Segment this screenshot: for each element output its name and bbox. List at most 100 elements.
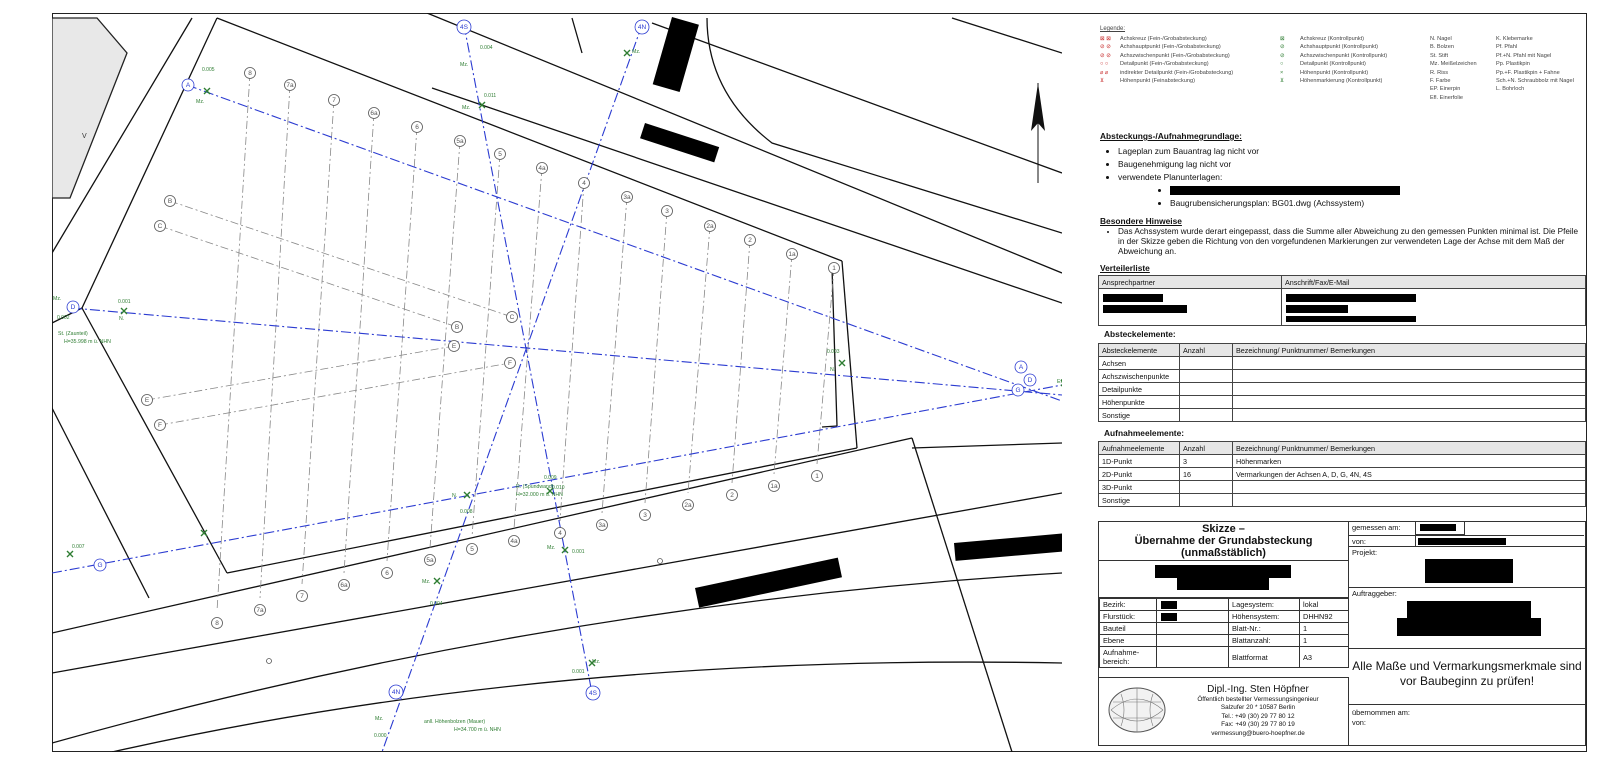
point-label: 6 bbox=[385, 570, 389, 577]
point-label: 8 bbox=[248, 70, 252, 77]
point-label: 1 bbox=[832, 265, 836, 272]
point-label: 4N bbox=[638, 24, 647, 31]
axis-cross-icon: ⊠ ⊠ bbox=[1100, 36, 1111, 42]
deviation-value: 0.007 bbox=[72, 544, 85, 550]
annotation-text: Mz. bbox=[375, 716, 383, 722]
control-point-icon bbox=[623, 49, 631, 57]
column-header: Bezeichnung/ Punktnummer/ Bemerkungen bbox=[1232, 343, 1586, 357]
point-label: A bbox=[1019, 364, 1024, 371]
point-label: 4 bbox=[582, 180, 586, 187]
grid-line bbox=[216, 72, 251, 612]
point-label: 7a bbox=[286, 82, 294, 89]
annotation-text: Mz. bbox=[592, 659, 600, 665]
control-point-icon bbox=[66, 550, 74, 558]
annotation-text: Mz. bbox=[462, 105, 470, 111]
axis-main-point-icon: ⊘ ⊘ bbox=[1100, 44, 1111, 51]
point-label: 3 bbox=[643, 512, 647, 519]
field-row: Bezirk: Lagesystem: lokal bbox=[1099, 598, 1349, 611]
abbreviation: Pf.+N. Pfahl mit Nagel bbox=[1496, 52, 1552, 59]
deviation-value: 0.001 bbox=[572, 549, 585, 555]
grundlage-item: verwendete Planunterlagen: bbox=[1118, 171, 1580, 184]
absteck-table: Absteckelemente Anzahl Bezeichnung/ Punktn… bbox=[1098, 343, 1586, 422]
skizze-fields: Bezirk: Lagesystem: lokal Flurstück: Höhens… bbox=[1099, 598, 1349, 668]
axis-line-4s bbox=[463, 24, 593, 694]
boundary-line bbox=[831, 267, 838, 427]
annotation-text: H=35.998 m ü. NHN bbox=[64, 339, 111, 345]
projekt-row: Projekt: bbox=[1349, 547, 1585, 588]
table-row: Sonstige bbox=[1098, 493, 1586, 507]
abbreviation: Sch.+N. Schraubbolz mit Nagel bbox=[1496, 78, 1574, 85]
redaction-bar bbox=[954, 533, 1062, 561]
office-block: Dipl.-Ing. Sten Höpfner Öffentlich beste… bbox=[1099, 677, 1349, 746]
table-row: Detailpunkte bbox=[1098, 382, 1586, 396]
auftraggeber-row: Auftraggeber: bbox=[1349, 588, 1585, 649]
deviation-value: 0.003 bbox=[827, 349, 840, 355]
road-edge bbox=[911, 442, 1062, 449]
north-arrow bbox=[1031, 83, 1045, 183]
annotation-text: Mz. bbox=[547, 545, 555, 551]
point-label: 1 bbox=[815, 473, 819, 480]
deviation-value: 0.011 bbox=[484, 93, 496, 99]
hinweise-text: Das Achssystem wurde derart eingepasst, … bbox=[1118, 227, 1580, 257]
abbreviation: N. Nagel bbox=[1430, 36, 1452, 42]
boundary-line bbox=[226, 447, 858, 574]
table-cell bbox=[1098, 288, 1282, 326]
legend-item: Achshauptpunkt (Fein-/Grobabsteckung) bbox=[1120, 44, 1221, 51]
annotation-text: R. (Spundwand) bbox=[516, 484, 554, 490]
column-header: Anzahl bbox=[1179, 441, 1233, 455]
legend-col-control: ⊠ Achskreuz (Kontrollpunkt) ⊘ Achshauptpun… bbox=[1280, 35, 1387, 85]
deviation-value: 0.004 bbox=[430, 601, 443, 607]
grid-line bbox=[471, 153, 501, 538]
redaction-bar bbox=[640, 123, 720, 163]
point-label: B bbox=[168, 198, 172, 205]
control-main-point-icon: ⊘ bbox=[1280, 44, 1285, 51]
point-label: 6a bbox=[340, 582, 348, 589]
control-intermediate-icon: ⊘ bbox=[1280, 52, 1285, 59]
point-label: 7 bbox=[300, 593, 304, 600]
legend-abbreviations-2: K. Klebemarke Pf. Pfahl Pf.+N. Pfahl mit… bbox=[1496, 35, 1574, 94]
title-block: Skizze – Übernahme der Grundabsteckung (… bbox=[1098, 521, 1586, 746]
road-edge bbox=[911, 437, 1013, 752]
aufnahme-title: Aufnahmeelemente: bbox=[1104, 428, 1185, 438]
deviation-value: 0.005 bbox=[202, 67, 215, 73]
point-label: 2 bbox=[730, 492, 734, 499]
control-height-icon: × bbox=[1280, 69, 1284, 76]
point-label: 1a bbox=[770, 483, 778, 490]
axis-intermediate-icon: ⊘ ⊘ bbox=[1100, 52, 1111, 59]
column-header: Anschrift/Fax/E-Mail bbox=[1281, 275, 1586, 289]
boundary-line bbox=[841, 260, 858, 449]
column-header: Anzahl bbox=[1179, 343, 1233, 357]
point-label: C bbox=[510, 314, 515, 321]
point-label: 7a bbox=[256, 607, 264, 614]
legend-item: Achskreuz (Kontrollpunkt) bbox=[1300, 36, 1365, 42]
gemessen-row: gemessen am: von: bbox=[1349, 522, 1585, 547]
point-label: 5 bbox=[470, 546, 474, 553]
deviation-value: 0.009 bbox=[544, 475, 557, 481]
hinweise-title: Besondere Hinweise bbox=[1100, 216, 1182, 226]
point-label: D bbox=[71, 304, 76, 311]
legend-abbreviations: N. Nagel B. Bolzen St. Stift Mz. Meißelz… bbox=[1430, 35, 1477, 102]
annotation-text: N. bbox=[830, 367, 835, 373]
point-label: G bbox=[1015, 387, 1020, 394]
aufnahme-table: Aufnahmeelemente Anzahl Bezeichnung/ Punkt… bbox=[1098, 441, 1586, 507]
abbreviation: L. Bohrloch bbox=[1496, 86, 1525, 93]
grid-line bbox=[773, 253, 793, 475]
point-label: 1a bbox=[788, 251, 796, 258]
deviation-value: 0.004 bbox=[480, 45, 493, 51]
control-point-icon bbox=[120, 307, 128, 315]
legend-item: Detailpunkt (Fein-/Grobabsteckung) bbox=[1120, 61, 1209, 68]
column-header: Aufnahmeelemente bbox=[1098, 441, 1180, 455]
annotation-text: Mz. bbox=[632, 49, 640, 55]
point-label: F bbox=[508, 360, 512, 367]
grid-line bbox=[169, 200, 513, 318]
control-point-icon bbox=[433, 577, 441, 585]
control-axis-cross-icon: ⊠ bbox=[1280, 36, 1285, 42]
uebernommen-row: übernommen am: von: bbox=[1352, 708, 1410, 727]
legend-item: indirekter Detailpunkt (Fein-/Grobabstec… bbox=[1120, 69, 1234, 76]
abbreviation: Pf. Pfahl bbox=[1496, 44, 1518, 51]
abbreviation: B. Bolzen bbox=[1430, 44, 1454, 51]
deviation-value: 0.010 bbox=[552, 485, 565, 491]
deviation-value: 0.001 bbox=[572, 669, 585, 675]
annotation-text: Mz. bbox=[422, 579, 430, 585]
legend-item: Achszwischenpunkt (Kontrollpunkt) bbox=[1300, 52, 1388, 59]
